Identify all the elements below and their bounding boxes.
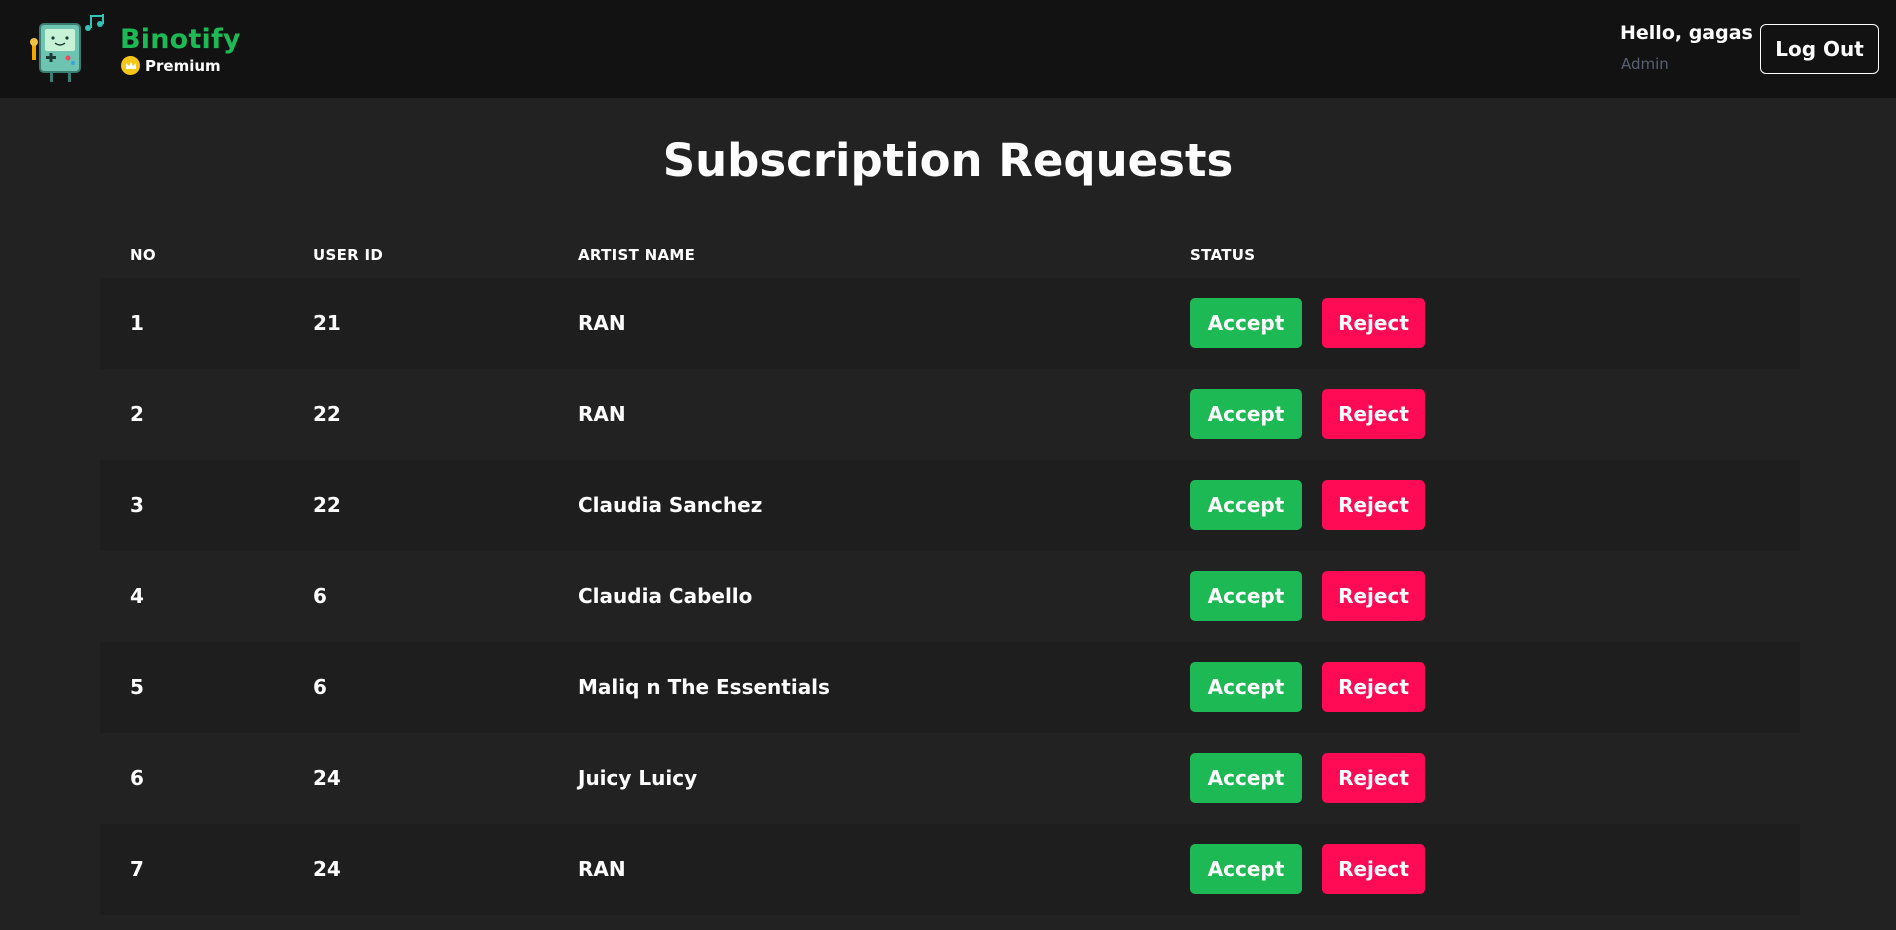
accept-button[interactable]: Accept [1190, 571, 1302, 621]
row-number: 1 [130, 311, 144, 335]
table-row: 7 24 RAN Accept Reject [100, 824, 1800, 915]
row-artist-name: Juicy Luicy [578, 766, 698, 790]
row-user-id: 22 [313, 402, 341, 426]
table-row: 2 22 RAN Accept Reject [100, 369, 1800, 460]
column-header-user-id: USER ID [313, 246, 384, 264]
subscription-requests-table: NO USER ID ARTIST NAME STATUS 1 21 RAN A… [100, 230, 1800, 915]
table-row: 1 21 RAN Accept Reject [100, 278, 1800, 369]
column-header-no: NO [130, 246, 156, 264]
user-greeting: Hello, gagas [1620, 22, 1753, 44]
row-user-id: 6 [313, 584, 327, 608]
column-header-status: STATUS [1190, 246, 1256, 264]
bmo-mascot-icon [30, 14, 104, 82]
row-user-id: 24 [313, 766, 341, 790]
reject-button[interactable]: Reject [1322, 662, 1425, 712]
page-title: Subscription Requests [662, 134, 1234, 187]
row-number: 3 [130, 493, 144, 517]
row-artist-name: Claudia Sanchez [578, 493, 763, 517]
row-number: 7 [130, 857, 144, 881]
row-user-id: 6 [313, 675, 327, 699]
table-row: 3 22 Claudia Sanchez Accept Reject [100, 460, 1800, 551]
premium-badge: Premium [121, 56, 221, 75]
accept-button[interactable]: Accept [1190, 298, 1302, 348]
logout-button[interactable]: Log Out [1760, 24, 1879, 74]
accept-button[interactable]: Accept [1190, 389, 1302, 439]
reject-button[interactable]: Reject [1322, 298, 1425, 348]
accept-button[interactable]: Accept [1190, 662, 1302, 712]
top-navbar: Binotify Premium Hello, gagas Admin Log … [0, 0, 1896, 98]
row-user-id: 24 [313, 857, 341, 881]
row-user-id: 21 [313, 311, 341, 335]
table-header: NO USER ID ARTIST NAME STATUS [100, 230, 1800, 278]
reject-button[interactable]: Reject [1322, 389, 1425, 439]
table-row: 5 6 Maliq n The Essentials Accept Reject [100, 642, 1800, 733]
reject-button[interactable]: Reject [1322, 844, 1425, 894]
app-logo[interactable] [26, 14, 116, 84]
table-row: 6 24 Juicy Luicy Accept Reject [100, 733, 1800, 824]
column-header-artist-name: ARTIST NAME [578, 246, 696, 264]
reject-button[interactable]: Reject [1322, 480, 1425, 530]
row-number: 5 [130, 675, 144, 699]
row-artist-name: RAN [578, 857, 626, 881]
accept-button[interactable]: Accept [1190, 480, 1302, 530]
premium-label: Premium [145, 56, 221, 75]
row-artist-name: Maliq n The Essentials [578, 675, 830, 699]
brand-name: Binotify [120, 24, 241, 55]
row-user-id: 22 [313, 493, 341, 517]
row-artist-name: RAN [578, 311, 626, 335]
row-number: 2 [130, 402, 144, 426]
reject-button[interactable]: Reject [1322, 753, 1425, 803]
row-artist-name: RAN [578, 402, 626, 426]
accept-button[interactable]: Accept [1190, 844, 1302, 894]
reject-button[interactable]: Reject [1322, 571, 1425, 621]
crown-icon [121, 56, 140, 75]
user-role: Admin [1621, 55, 1669, 73]
accept-button[interactable]: Accept [1190, 753, 1302, 803]
row-number: 4 [130, 584, 144, 608]
row-number: 6 [130, 766, 144, 790]
table-row: 4 6 Claudia Cabello Accept Reject [100, 551, 1800, 642]
row-artist-name: Claudia Cabello [578, 584, 753, 608]
